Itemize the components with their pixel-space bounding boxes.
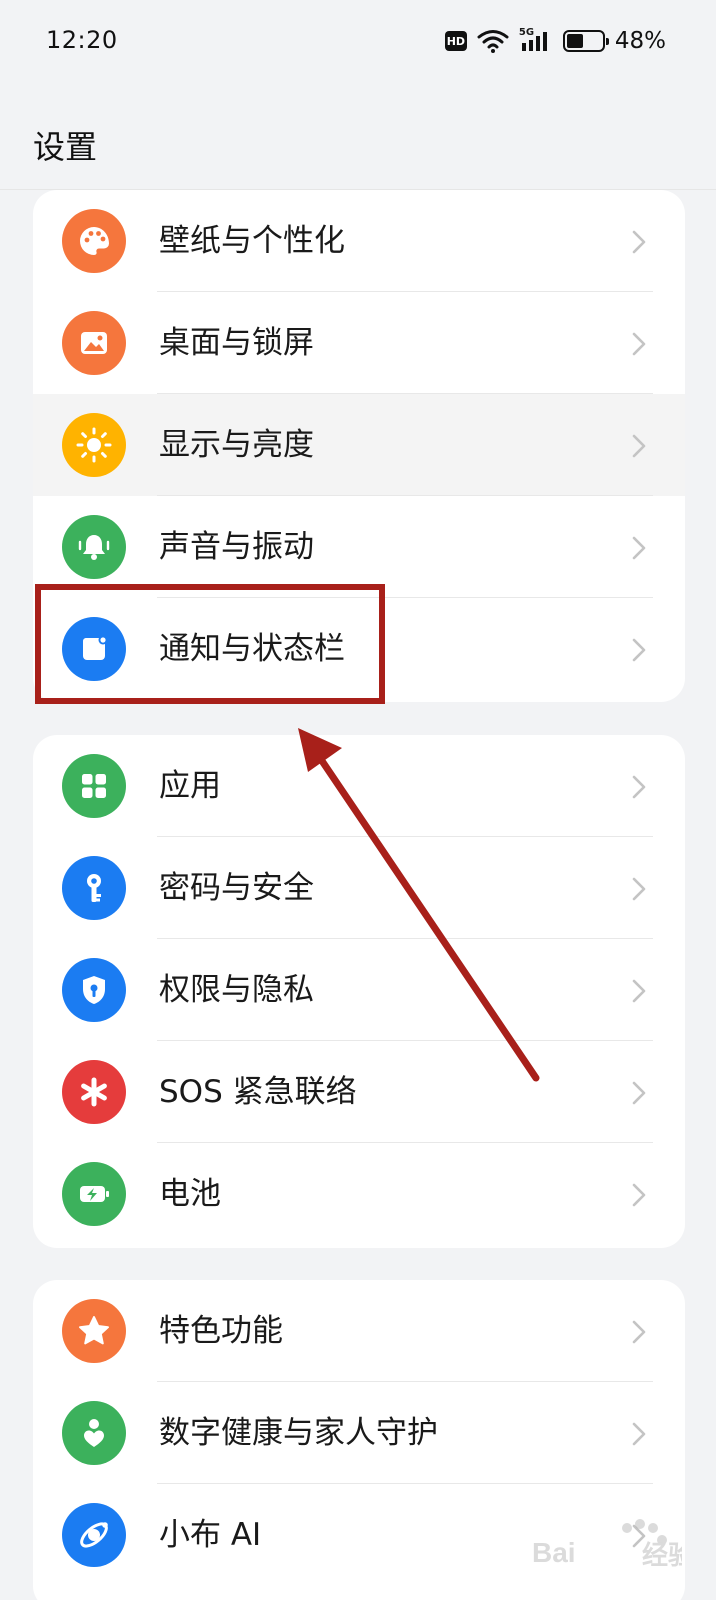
settings-item-label: 应用 [159, 768, 221, 804]
shield-lock-icon [62, 958, 126, 1022]
settings-item-family-heart[interactable]: 数字健康与家人守护 [33, 1382, 685, 1484]
wifi-icon [477, 30, 509, 53]
page-title: 设置 [33, 128, 98, 166]
bell-icon [62, 515, 126, 579]
ai-orbit-icon [62, 1503, 126, 1567]
settings-item-star[interactable]: 特色功能 [33, 1280, 685, 1382]
chevron-right-icon [632, 877, 646, 901]
family-heart-icon [62, 1401, 126, 1465]
settings-item-label: 通知与状态栏 [159, 631, 345, 667]
settings-item-palette[interactable]: 壁纸与个性化 [33, 190, 685, 292]
chevron-right-icon [632, 1081, 646, 1105]
settings-item-label: 特色功能 [159, 1313, 283, 1349]
status-bar: 12:20 HD 5G 48% [0, 0, 716, 84]
star-icon [62, 1299, 126, 1363]
apps-grid-icon [62, 754, 126, 818]
notification-icon [62, 617, 126, 681]
settings-group-system: 应用密码与安全权限与隐私 SOS 紧急联络 电池 [33, 735, 685, 1248]
svg-text:经验: 经验 [642, 1540, 682, 1570]
settings-item-image[interactable]: 桌面与锁屏 [33, 292, 685, 394]
asterisk-icon [62, 1060, 126, 1124]
chevron-right-icon [632, 1183, 646, 1207]
settings-item-label: SOS 紧急联络 [159, 1074, 357, 1110]
settings-item-label: 权限与隐私 [159, 972, 314, 1008]
svg-text:Bai: Bai [532, 1537, 576, 1568]
settings-item-label: 声音与振动 [159, 529, 314, 565]
key-icon [62, 856, 126, 920]
image-icon [62, 311, 126, 375]
clock: 12:20 [46, 26, 118, 54]
chevron-right-icon [632, 775, 646, 799]
settings-item-notification[interactable]: 通知与状态栏 [33, 598, 685, 700]
settings-item-asterisk[interactable]: SOS 紧急联络 [33, 1041, 685, 1143]
settings-item-battery-charge[interactable]: 电池 [33, 1143, 685, 1245]
settings-item-apps-grid[interactable]: 应用 [33, 735, 685, 837]
settings-item-shield-lock[interactable]: 权限与隐私 [33, 939, 685, 1041]
settings-item-label: 壁纸与个性化 [159, 223, 345, 259]
battery-percent: 48% [614, 28, 666, 54]
settings-group-personalization: 壁纸与个性化 桌面与锁屏显示与亮度声音与振动通知与状态栏 [33, 190, 685, 702]
cellular-signal-icon: 5G [519, 27, 553, 53]
battery-icon [562, 30, 609, 52]
settings-item-label: 小布 AI [159, 1517, 262, 1553]
settings-item-key[interactable]: 密码与安全 [33, 837, 685, 939]
chevron-right-icon [632, 536, 646, 560]
chevron-right-icon [632, 638, 646, 662]
chevron-right-icon [632, 1320, 646, 1344]
hd-voice-icon: HD [444, 31, 467, 51]
settings-item-label: 显示与亮度 [159, 427, 314, 463]
chevron-right-icon [632, 332, 646, 356]
palette-icon [62, 209, 126, 273]
chevron-right-icon [632, 1422, 646, 1446]
settings-item-bell[interactable]: 声音与振动 [33, 496, 685, 598]
settings-item-label: 密码与安全 [159, 870, 314, 906]
sun-icon [62, 413, 126, 477]
settings-item-label: 桌面与锁屏 [159, 325, 314, 361]
watermark-logo: Bai 经验 [532, 1519, 682, 1570]
battery-charge-icon [62, 1162, 126, 1226]
settings-item-label: 数字健康与家人守护 [159, 1415, 438, 1451]
status-icons: HD 5G 48% [444, 26, 666, 56]
settings-item-sun[interactable]: 显示与亮度 [33, 394, 685, 496]
chevron-right-icon [632, 434, 646, 458]
chevron-right-icon [632, 979, 646, 1003]
chevron-right-icon [632, 230, 646, 254]
settings-item-label: 电池 [159, 1176, 221, 1212]
